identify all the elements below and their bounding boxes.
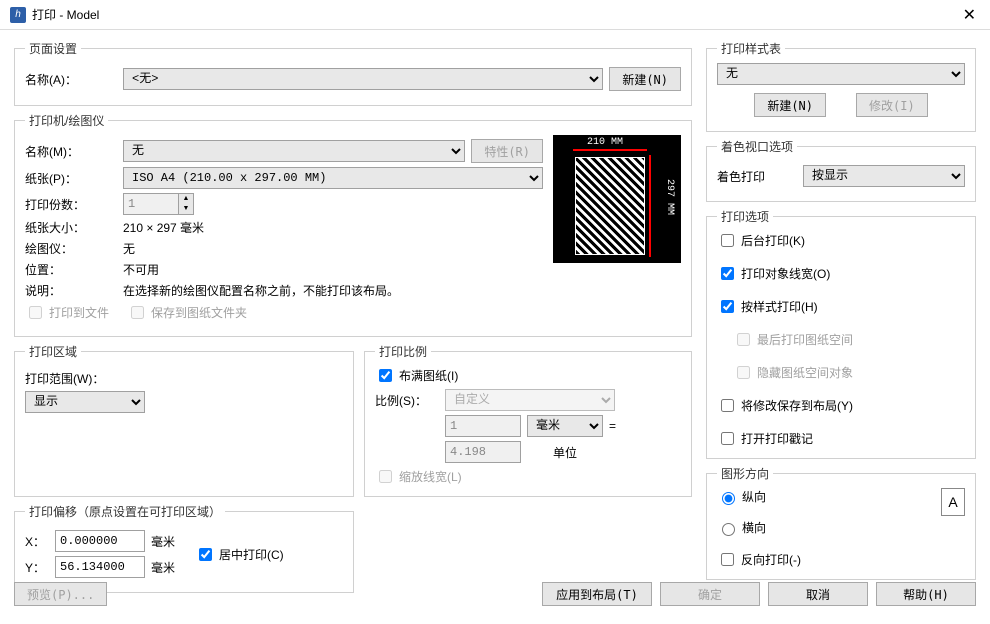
page-setup-legend: 页面设置 [25,40,81,57]
preview-button: 预览(P)... [14,582,107,606]
scale-num-input [445,415,521,437]
plot-area-group: 打印区域 打印范围(W)： 显示 [14,343,354,497]
plot-area-legend: 打印区域 [25,343,81,360]
page-setup-name-select[interactable]: <无> [123,68,603,90]
printer-group: 打印机/绘图仪 名称(M)： 无 特性(R) 纸张(P)： ISO A4 (21… [14,112,692,337]
offset-x-unit: 毫米 [151,533,175,550]
style-table-legend: 打印样式表 [717,40,785,57]
orientation-legend: 图形方向 [717,465,773,482]
paper-size-label: 纸张大小： [25,219,117,236]
plotter-value: 无 [123,240,135,257]
plot-by-style-checkbox[interactable]: 按样式打印(H) [717,297,965,316]
window-title: 打印 - Model [32,6,959,23]
plot-options-legend: 打印选项 [717,208,773,225]
copies-label: 打印份数： [25,196,117,213]
printer-name-select[interactable]: 无 [123,140,465,162]
orientation-group: 图形方向 纵向 横向 反向打印(-) A [706,465,976,580]
save-sheet-checkbox: 保存到图纸文件夹 [127,303,247,322]
cancel-button[interactable]: 取消 [768,582,868,606]
printer-legend: 打印机/绘图仪 [25,112,108,129]
style-edit-button: 修改(I) [856,93,928,117]
titlebar: h 打印 - Model ✕ [0,0,990,30]
style-table-select[interactable]: 无 [717,63,965,85]
location-value: 不可用 [123,261,159,278]
print-to-file-checkbox: 打印到文件 [25,303,109,322]
fit-to-paper-checkbox[interactable]: 布满图纸(I) [375,366,681,385]
landscape-radio[interactable]: 横向 [717,519,931,536]
plotter-label: 绘图仪： [25,240,117,257]
desc-value: 在选择新的绘图仪配置名称之前，不能打印该布局。 [123,282,399,299]
style-table-group: 打印样式表 无 新建(N) 修改(I) [706,40,976,132]
apply-button[interactable]: 应用到布局(T) [542,582,652,606]
paper-size-value: 210 × 297 毫米 [123,219,204,236]
scale-unit-text: 单位 [527,444,603,461]
offset-x-label: X： [25,533,49,550]
page-setup-new-button[interactable]: 新建(N) [609,67,681,91]
paper-preview: 210 MM 297 MM [553,135,681,263]
orientation-icon: A [941,488,965,516]
preview-height-label: 297 MM [664,179,675,215]
shaded-viewport-group: 着色视口选项 着色打印 按显示 [706,138,976,202]
shaded-legend: 着色视口选项 [717,138,797,155]
shade-plot-label: 着色打印 [717,168,797,185]
close-icon[interactable]: ✕ [959,5,980,25]
offset-y-unit: 毫米 [151,559,175,576]
scale-equals: = [609,419,616,433]
offset-y-input[interactable] [55,556,145,578]
printer-name-label: 名称(M)： [25,143,117,160]
ok-button: 确定 [660,582,760,606]
paper-select[interactable]: ISO A4 (210.00 x 297.00 MM) [123,167,543,189]
preview-width-label: 210 MM [587,137,623,148]
copies-input[interactable] [123,193,179,215]
style-new-button[interactable]: 新建(N) [754,93,826,117]
offset-y-label: Y： [25,559,49,576]
page-setup-group: 页面设置 名称(A)： <无> 新建(N) [14,40,692,106]
copies-spinner[interactable]: ▲▼ [123,193,194,215]
save-to-layout-checkbox[interactable]: 将修改保存到布局(Y) [717,396,965,415]
plot-range-label: 打印范围(W)： [25,370,104,387]
background-plot-checkbox[interactable]: 后台打印(K) [717,231,965,250]
plot-scale-legend: 打印比例 [375,343,431,360]
scale-ratio-label: 比例(S)： [375,392,439,409]
help-button[interactable]: 帮助(H) [876,582,976,606]
hide-paperspace-checkbox: 隐藏图纸空间对象 [733,363,965,382]
scale-unit-select[interactable]: 毫米 [527,415,603,437]
desc-label: 说明： [25,282,117,299]
paper-label: 纸张(P)： [25,170,117,187]
center-plot-checkbox[interactable]: 居中打印(C) [195,545,284,564]
plot-range-select[interactable]: 显示 [25,391,145,413]
plot-scale-group: 打印比例 布满图纸(I) 比例(S)： 自定义 毫米 = 单位 缩放线宽 [364,343,692,497]
upside-down-checkbox[interactable]: 反向打印(-) [717,550,931,569]
chevron-down-icon[interactable]: ▼ [179,204,193,214]
plot-options-group: 打印选项 后台打印(K) 打印对象线宽(O) 按样式打印(H) 最后打印图纸空间… [706,208,976,459]
page-setup-name-label: 名称(A)： [25,71,117,88]
offset-x-input[interactable] [55,530,145,552]
printer-props-button[interactable]: 特性(R) [471,139,543,163]
shade-plot-select[interactable]: 按显示 [803,165,965,187]
plot-offset-legend: 打印偏移（原点设置在可打印区域） [25,503,225,520]
chevron-up-icon[interactable]: ▲ [179,194,193,204]
scale-den-input [445,441,521,463]
location-label: 位置： [25,261,117,278]
app-icon: h [10,7,26,23]
plot-stamp-checkbox[interactable]: 打开打印戳记 [717,429,965,448]
scale-lineweight-checkbox: 缩放线宽(L) [375,467,681,486]
paperspace-last-checkbox: 最后打印图纸空间 [733,330,965,349]
object-lineweight-checkbox[interactable]: 打印对象线宽(O) [717,264,965,283]
portrait-radio[interactable]: 纵向 [717,488,931,505]
scale-ratio-select: 自定义 [445,389,615,411]
plot-offset-group: 打印偏移（原点设置在可打印区域） X： 毫米 Y： 毫米 居中打印(C) [14,503,354,593]
